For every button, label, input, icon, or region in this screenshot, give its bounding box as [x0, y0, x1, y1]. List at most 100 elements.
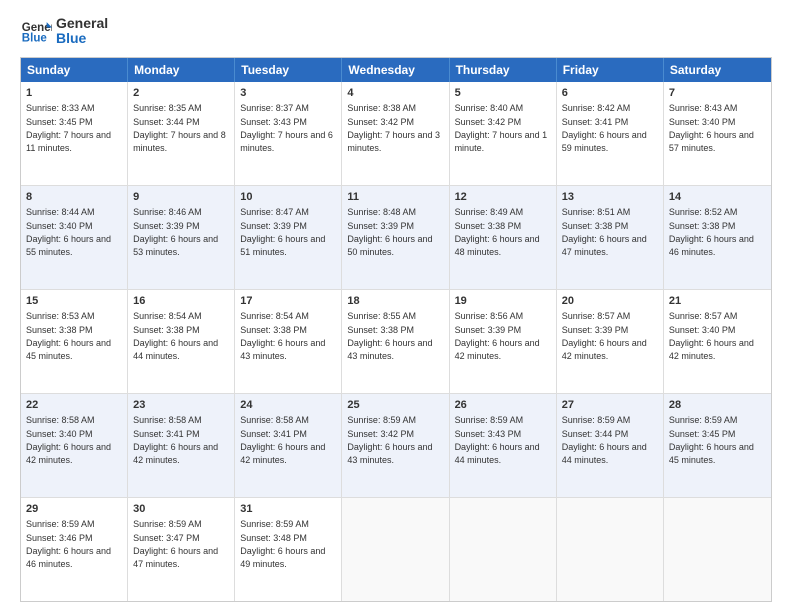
day-number: 9 [133, 190, 229, 205]
calendar-cell: 2 Sunrise: 8:35 AMSunset: 3:44 PMDaylight… [128, 82, 235, 185]
day-number: 12 [455, 190, 551, 205]
calendar-cell: 10 Sunrise: 8:47 AMSunset: 3:39 PMDayligh… [235, 186, 342, 289]
calendar-cell: 3 Sunrise: 8:37 AMSunset: 3:43 PMDaylight… [235, 82, 342, 185]
day-number: 13 [562, 190, 658, 205]
calendar-cell: 16 Sunrise: 8:54 AMSunset: 3:38 PMDayligh… [128, 290, 235, 393]
calendar-header: SundayMondayTuesdayWednesdayThursdayFrid… [21, 58, 771, 82]
cell-text: Sunrise: 8:46 AMSunset: 3:39 PMDaylight:… [133, 207, 218, 257]
calendar-week: 29Sunrise: 8:59 AMSunset: 3:46 PMDayligh… [21, 498, 771, 601]
calendar-cell: 15 Sunrise: 8:53 AMSunset: 3:38 PMDayligh… [21, 290, 128, 393]
calendar-cell: 26 Sunrise: 8:59 AMSunset: 3:43 PMDayligh… [450, 394, 557, 497]
day-number: 23 [133, 398, 229, 413]
svg-text:Blue: Blue [22, 33, 48, 45]
cell-text: Sunrise: 8:44 AMSunset: 3:40 PMDaylight:… [26, 207, 111, 257]
calendar-cell: 25Sunrise: 8:59 AMSunset: 3:42 PMDayligh… [342, 394, 449, 497]
cell-text: Sunrise: 8:59 AMSunset: 3:45 PMDaylight:… [669, 415, 754, 465]
calendar-cell: 1 Sunrise: 8:33 AMSunset: 3:45 PMDaylight… [21, 82, 128, 185]
day-number: 15 [26, 294, 122, 309]
calendar-cell: 30Sunrise: 8:59 AMSunset: 3:47 PMDayligh… [128, 498, 235, 601]
calendar-cell [450, 498, 557, 601]
calendar-cell: 24 Sunrise: 8:58 AMSunset: 3:41 PMDayligh… [235, 394, 342, 497]
cell-text: Sunrise: 8:55 AMSunset: 3:38 PMDaylight:… [347, 311, 432, 361]
day-number: 14 [669, 190, 766, 205]
day-number: 16 [133, 294, 229, 309]
calendar-week: 1 Sunrise: 8:33 AMSunset: 3:45 PMDaylight… [21, 82, 771, 186]
day-number: 28 [669, 398, 766, 413]
cell-text: Sunrise: 8:54 AMSunset: 3:38 PMDaylight:… [240, 311, 325, 361]
cell-text: Sunrise: 8:57 AMSunset: 3:40 PMDaylight:… [669, 311, 754, 361]
day-number: 27 [562, 398, 658, 413]
day-number: 21 [669, 294, 766, 309]
calendar-cell: 11Sunrise: 8:48 AMSunset: 3:39 PMDayligh… [342, 186, 449, 289]
cell-text: Sunrise: 8:58 AMSunset: 3:41 PMDaylight:… [133, 415, 218, 465]
calendar-header-day: Saturday [664, 58, 771, 82]
cell-text: Sunrise: 8:58 AMSunset: 3:41 PMDaylight:… [240, 415, 325, 465]
cell-text: Sunrise: 8:40 AMSunset: 3:42 PMDaylight:… [455, 103, 548, 153]
calendar-cell: 14Sunrise: 8:52 AMSunset: 3:38 PMDayligh… [664, 186, 771, 289]
day-number: 29 [26, 502, 122, 517]
day-number: 19 [455, 294, 551, 309]
page: General Blue General Blue SundayMondayTu… [0, 0, 792, 612]
calendar-header-day: Wednesday [342, 58, 449, 82]
cell-text: Sunrise: 8:37 AMSunset: 3:43 PMDaylight:… [240, 103, 333, 153]
day-number: 25 [347, 398, 443, 413]
calendar-cell: 7Sunrise: 8:43 AMSunset: 3:40 PMDaylight… [664, 82, 771, 185]
day-number: 2 [133, 86, 229, 101]
calendar-header-day: Tuesday [235, 58, 342, 82]
calendar-cell [664, 498, 771, 601]
day-number: 4 [347, 86, 443, 101]
calendar-cell: 28 Sunrise: 8:59 AMSunset: 3:45 PMDayligh… [664, 394, 771, 497]
day-number: 10 [240, 190, 336, 205]
cell-text: Sunrise: 8:59 AMSunset: 3:43 PMDaylight:… [455, 415, 540, 465]
calendar-cell: 20Sunrise: 8:57 AMSunset: 3:39 PMDayligh… [557, 290, 664, 393]
calendar-cell: 27 Sunrise: 8:59 AMSunset: 3:44 PMDayligh… [557, 394, 664, 497]
calendar-cell: 17 Sunrise: 8:54 AMSunset: 3:38 PMDayligh… [235, 290, 342, 393]
calendar-week: 22Sunrise: 8:58 AMSunset: 3:40 PMDayligh… [21, 394, 771, 498]
day-number: 26 [455, 398, 551, 413]
calendar-cell: 8Sunrise: 8:44 AMSunset: 3:40 PMDaylight… [21, 186, 128, 289]
calendar-header-day: Friday [557, 58, 664, 82]
calendar-cell: 22Sunrise: 8:58 AMSunset: 3:40 PMDayligh… [21, 394, 128, 497]
cell-text: Sunrise: 8:59 AMSunset: 3:48 PMDaylight:… [240, 519, 325, 569]
cell-text: Sunrise: 8:35 AMSunset: 3:44 PMDaylight:… [133, 103, 226, 153]
calendar-cell [342, 498, 449, 601]
calendar-header-day: Sunday [21, 58, 128, 82]
day-number: 1 [26, 86, 122, 101]
day-number: 24 [240, 398, 336, 413]
calendar-cell: 6Sunrise: 8:42 AMSunset: 3:41 PMDaylight… [557, 82, 664, 185]
calendar: SundayMondayTuesdayWednesdayThursdayFrid… [20, 57, 772, 602]
day-number: 31 [240, 502, 336, 517]
calendar-cell: 23 Sunrise: 8:58 AMSunset: 3:41 PMDayligh… [128, 394, 235, 497]
calendar-body: 1 Sunrise: 8:33 AMSunset: 3:45 PMDaylight… [21, 82, 771, 601]
cell-text: Sunrise: 8:54 AMSunset: 3:38 PMDaylight:… [133, 311, 218, 361]
day-number: 20 [562, 294, 658, 309]
logo-line2: Blue [56, 31, 108, 46]
cell-text: Sunrise: 8:53 AMSunset: 3:38 PMDaylight:… [26, 311, 111, 361]
calendar-cell: 21 Sunrise: 8:57 AMSunset: 3:40 PMDayligh… [664, 290, 771, 393]
calendar-cell: 5Sunrise: 8:40 AMSunset: 3:42 PMDaylight… [450, 82, 557, 185]
calendar-week: 15 Sunrise: 8:53 AMSunset: 3:38 PMDayligh… [21, 290, 771, 394]
header: General Blue General Blue [20, 15, 772, 47]
calendar-cell [557, 498, 664, 601]
cell-text: Sunrise: 8:43 AMSunset: 3:40 PMDaylight:… [669, 103, 754, 153]
cell-text: Sunrise: 8:59 AMSunset: 3:44 PMDaylight:… [562, 415, 647, 465]
day-number: 17 [240, 294, 336, 309]
calendar-header-day: Monday [128, 58, 235, 82]
calendar-cell: 18 Sunrise: 8:55 AMSunset: 3:38 PMDayligh… [342, 290, 449, 393]
day-number: 6 [562, 86, 658, 101]
day-number: 11 [347, 190, 443, 205]
cell-text: Sunrise: 8:47 AMSunset: 3:39 PMDaylight:… [240, 207, 325, 257]
calendar-cell: 12Sunrise: 8:49 AMSunset: 3:38 PMDayligh… [450, 186, 557, 289]
calendar-cell: 4 Sunrise: 8:38 AMSunset: 3:42 PMDaylight… [342, 82, 449, 185]
day-number: 3 [240, 86, 336, 101]
calendar-cell: 9 Sunrise: 8:46 AMSunset: 3:39 PMDaylight… [128, 186, 235, 289]
day-number: 22 [26, 398, 122, 413]
day-number: 30 [133, 502, 229, 517]
day-number: 18 [347, 294, 443, 309]
calendar-cell: 19Sunrise: 8:56 AMSunset: 3:39 PMDayligh… [450, 290, 557, 393]
cell-text: Sunrise: 8:38 AMSunset: 3:42 PMDaylight:… [347, 103, 440, 153]
cell-text: Sunrise: 8:33 AMSunset: 3:45 PMDaylight:… [26, 103, 111, 153]
calendar-cell: 31 Sunrise: 8:59 AMSunset: 3:48 PMDayligh… [235, 498, 342, 601]
logo: General Blue General Blue [20, 15, 108, 47]
logo-icon: General Blue [20, 15, 52, 47]
